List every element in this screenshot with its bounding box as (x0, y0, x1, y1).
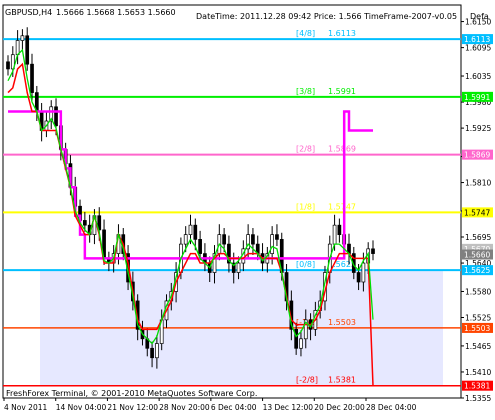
candle-body-31 (155, 343, 159, 359)
candle-body-30 (150, 347, 154, 359)
candle-body-0 (6, 61, 10, 70)
x-tick-label-2: 21 Nov 12:00 (107, 403, 158, 412)
y-tick-label-14: 1.5355 (465, 394, 491, 403)
y-tick-label-2: 1.6035 (465, 72, 491, 81)
x-tick-label-4: 6 Dec 04:00 (211, 403, 257, 412)
indicator-info: DateTime: 2011.12.28 09:42 Price: 1.566 … (196, 12, 457, 21)
level-tag-text-3: 1.5747 (464, 208, 490, 217)
candle-body-74 (361, 262, 366, 283)
copyright-footer: FreshForex Terminal, © 2001-2010 MetaQuo… (6, 389, 257, 398)
chart-window: [4/8] 1.6113 [3/8] 1.5991 [2/8] 1.5869 [1/8] 1.… (0, 0, 495, 416)
level-label-2: [2/8] (296, 145, 315, 154)
level-tag-text-4: 1.5625 (464, 266, 490, 275)
candle-body-5 (30, 63, 34, 93)
x-tick-label-5: 13 Dec 12:00 (263, 403, 314, 412)
level-tag-text-2: 1.5869 (464, 151, 490, 160)
cut-label: Defa (470, 12, 489, 21)
x-tick-label-3: 28 Nov 20:00 (159, 403, 210, 412)
candle-body-37 (183, 234, 188, 245)
x-tick-label-7: 28 Dec 04:00 (366, 403, 417, 412)
level-value-1: 1.5991 (328, 87, 356, 96)
level-label-4: [0/8] (296, 260, 315, 269)
candle-body-76 (371, 248, 375, 254)
candle-body-10 (54, 106, 58, 127)
candle-body-55 (270, 234, 274, 254)
level-label-0: [4/8] (296, 29, 315, 38)
price-axis: 1.61501.60951.60351.59801.59251.58651.58… (461, 18, 493, 403)
candle-body-39 (193, 224, 198, 240)
candle-body-68 (332, 224, 337, 245)
level-tag-text-6: 1.5381 (464, 382, 490, 391)
candle-body-16 (82, 220, 87, 226)
candle-body-73 (356, 272, 361, 283)
x-tick-label-0: 4 Nov 2011 (4, 403, 47, 412)
y-tick-label-1: 1.6095 (465, 44, 491, 53)
level-tag-text-0: 1.6113 (464, 35, 490, 44)
candle-body-3 (20, 35, 25, 41)
level-value-0: 1.6113 (328, 29, 356, 38)
y-tick-label-11: 1.5525 (465, 314, 491, 323)
level-label-6: [-2/8] (296, 376, 318, 385)
level-value-5: 1.5503 (328, 318, 356, 327)
candle-body-4 (25, 35, 30, 65)
candle-body-38 (188, 224, 193, 235)
symbol-label: GBPUSD,H4 (5, 8, 52, 17)
y-tick-label-4: 1.5925 (465, 124, 491, 133)
level-tag-text-1: 1.5991 (464, 93, 490, 102)
candle-body-40 (198, 239, 202, 254)
y-tick-label-12: 1.5465 (465, 342, 491, 351)
candle-body-56 (275, 234, 279, 240)
level-value-2: 1.5869 (328, 145, 356, 154)
candle-body-48 (236, 262, 241, 273)
level-value-6: 1.5381 (328, 376, 356, 385)
x-tick-label-6: 20 Dec 20:00 (314, 403, 365, 412)
y-tick-label-10: 1.5580 (465, 287, 491, 296)
level-label-1: [3/8] (296, 87, 315, 96)
chart-svg: [4/8] 1.6113 [3/8] 1.5991 [2/8] 1.5869 [1/8] 1.… (0, 0, 495, 416)
y-tick-label-13: 1.5410 (465, 368, 491, 377)
candle-body-69 (337, 224, 342, 235)
y-tick-label-8: 1.5695 (465, 233, 491, 242)
level-value-3: 1.5747 (328, 202, 356, 211)
x-tick-label-1: 14 Nov 04:00 (56, 403, 107, 412)
ohlc-values: 1.5666 1.5668 1.5653 1.5660 (56, 8, 176, 17)
candle-body-2 (15, 40, 20, 56)
candle-body-45 (222, 234, 226, 245)
candle-body-51 (251, 234, 255, 245)
candle-body-61 (299, 338, 303, 349)
price-tag-text-1: 1.5660 (464, 251, 490, 260)
level-tag-text-5: 1.5503 (464, 324, 490, 333)
level-label-3: [1/8] (296, 202, 315, 211)
y-tick-label-6: 1.5810 (465, 179, 491, 188)
